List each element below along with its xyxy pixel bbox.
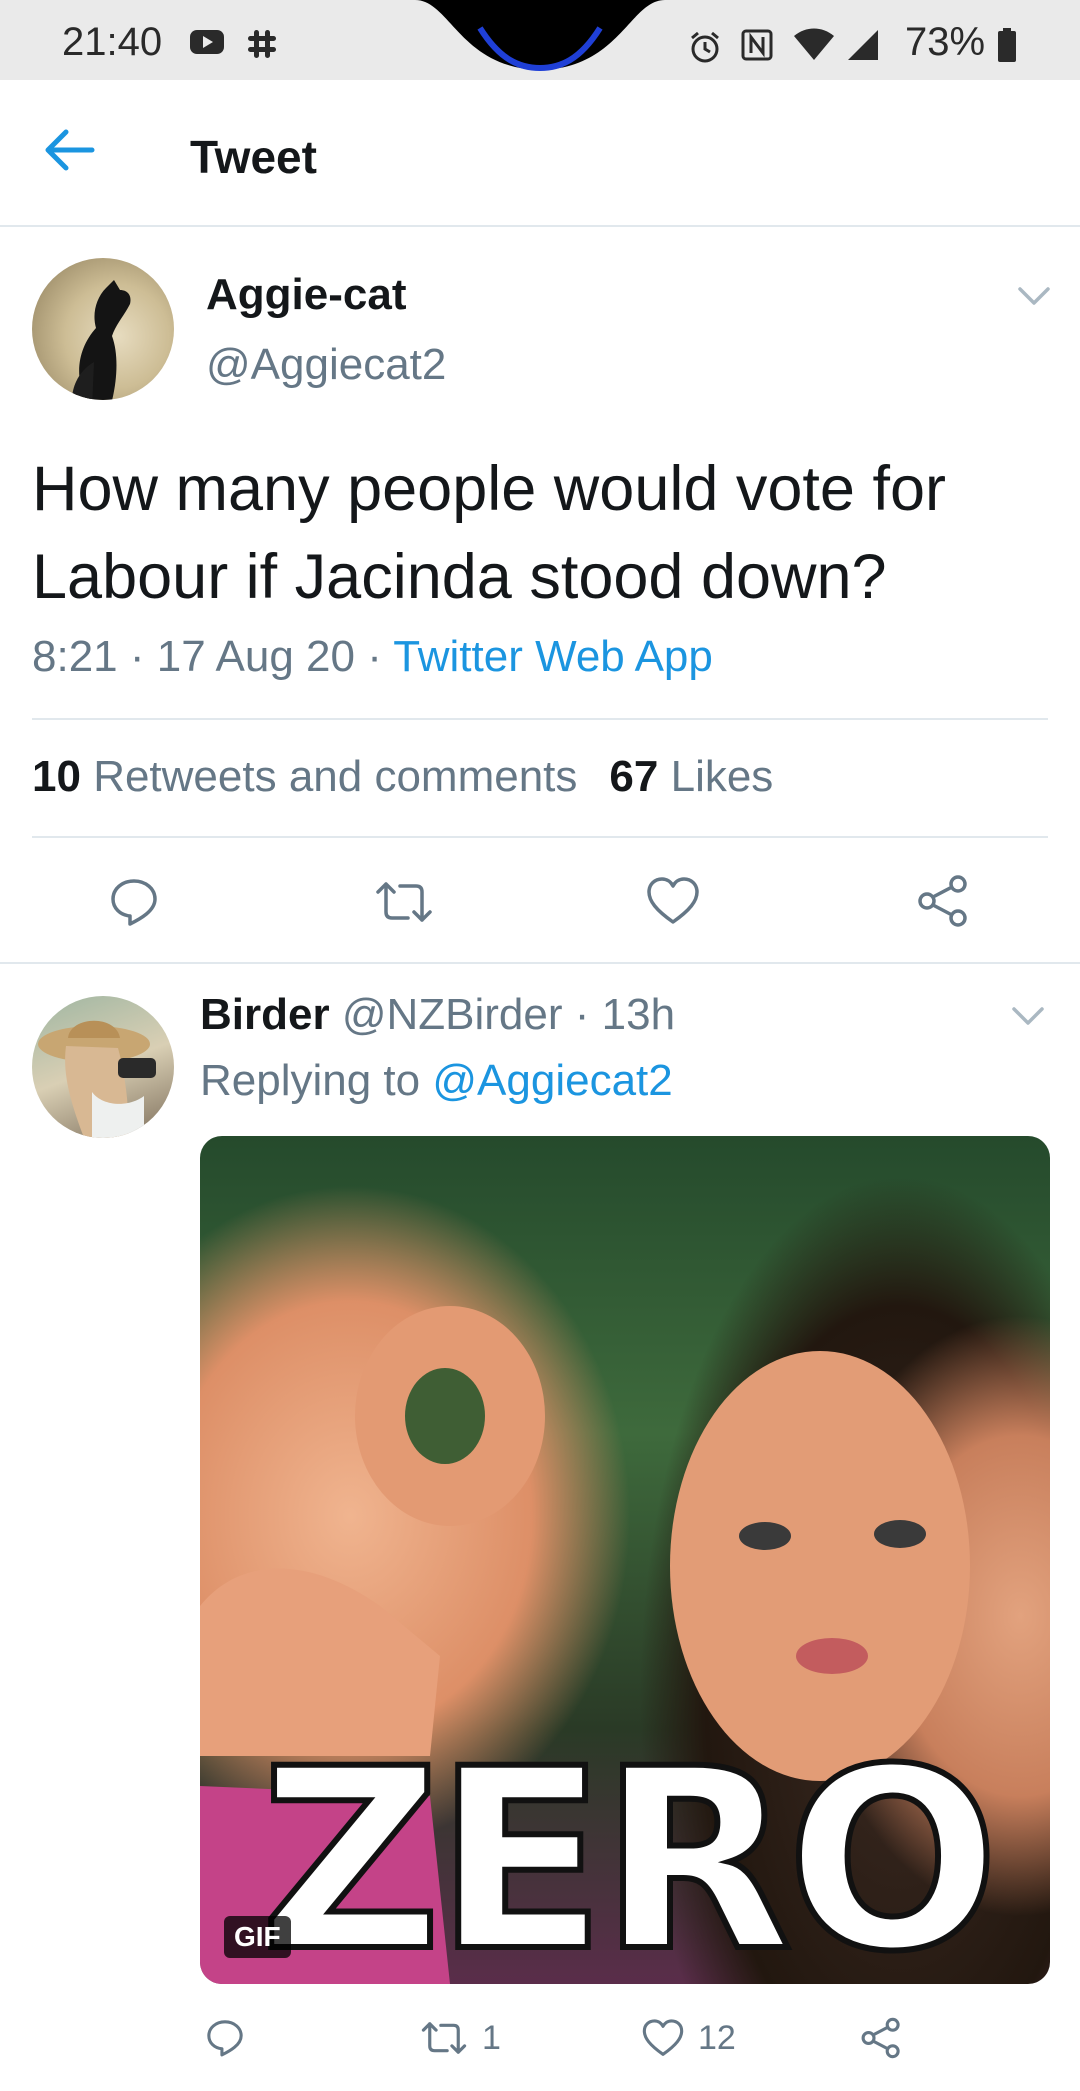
youtube-icon bbox=[190, 30, 224, 59]
tweet-text: How many people would vote for Labour if… bbox=[32, 454, 946, 612]
chevron-down-icon[interactable] bbox=[1010, 1004, 1046, 1028]
divider bbox=[32, 718, 1048, 720]
cat-avatar-image bbox=[71, 280, 131, 400]
share-icon bbox=[861, 2017, 900, 2059]
tweet-time: 8:21 bbox=[32, 632, 118, 681]
camera-notch bbox=[415, 0, 665, 72]
heart-icon bbox=[647, 877, 699, 924]
birder-avatar-image bbox=[38, 1020, 156, 1138]
page-title: Tweet bbox=[190, 131, 317, 183]
battery-icon bbox=[998, 28, 1016, 67]
reply-like-count: 12 bbox=[698, 2018, 736, 2057]
back-button[interactable] bbox=[44, 128, 104, 188]
replying-to-mention[interactable]: @Aggiecat2 bbox=[432, 1056, 672, 1105]
retweets-stat[interactable]: 10 Retweets and comments bbox=[32, 752, 577, 801]
tweet-timestamp: 8:21 · 17 Aug 20 · Twitter Web App bbox=[32, 632, 713, 682]
meta-separator: · bbox=[562, 990, 602, 1039]
like-button[interactable] bbox=[646, 876, 700, 931]
alarm-icon bbox=[688, 30, 722, 69]
comment-icon bbox=[207, 2020, 243, 2057]
share-icon bbox=[918, 875, 967, 927]
comment-icon bbox=[111, 879, 157, 926]
divider bbox=[0, 962, 1080, 964]
reply-author-name[interactable]: Birder bbox=[200, 990, 330, 1039]
nfc-icon bbox=[740, 28, 774, 67]
reply-retweet-button[interactable]: 1 bbox=[420, 2016, 501, 2060]
reply-share-button[interactable] bbox=[860, 2016, 916, 2060]
likes-stat[interactable]: 67 Likes bbox=[609, 752, 773, 801]
reply-age: 13h bbox=[601, 990, 676, 1039]
gif-badge: GIF bbox=[224, 1916, 291, 1958]
replying-to-label: Replying to bbox=[200, 1056, 421, 1105]
replying-to: Replying to @Aggiecat2 bbox=[200, 1056, 673, 1106]
status-time: 21:40 bbox=[62, 20, 163, 64]
reply-header: Birder @NZBirder · 13h bbox=[200, 990, 675, 1040]
retweets-count: 10 bbox=[32, 752, 81, 801]
heart-icon bbox=[642, 2019, 684, 2056]
status-bar: 21:40 73% bbox=[0, 0, 1080, 80]
meta-separator: · bbox=[367, 632, 394, 681]
retweet-button[interactable] bbox=[374, 878, 434, 931]
tweet-date: 17 Aug 20 bbox=[156, 632, 355, 681]
battery-percent: 73% bbox=[905, 20, 986, 64]
reply-retweet-count: 1 bbox=[482, 2018, 501, 2057]
reply-author-handle[interactable]: @NZBirder bbox=[342, 990, 563, 1039]
reply-comment-button[interactable] bbox=[205, 2016, 259, 2060]
retweets-label: Retweets and comments bbox=[93, 752, 578, 801]
tweet-stats: 10 Retweets and comments 67 Likes bbox=[32, 752, 773, 802]
arrow-left-icon bbox=[45, 129, 95, 171]
signal-icon bbox=[846, 28, 880, 67]
wifi-icon bbox=[792, 28, 836, 67]
reply-gif[interactable]: ZERO GIF bbox=[200, 1136, 1050, 1984]
share-button[interactable] bbox=[916, 874, 970, 933]
chevron-down-icon[interactable] bbox=[1016, 284, 1052, 308]
likes-label: Likes bbox=[670, 752, 774, 801]
reply-button[interactable] bbox=[108, 876, 160, 933]
reply-avatar[interactable] bbox=[32, 996, 174, 1138]
divider bbox=[32, 836, 1048, 838]
meta-separator: · bbox=[129, 632, 157, 681]
retweet-icon bbox=[376, 882, 432, 922]
top-app-bar: Tweet bbox=[0, 80, 1080, 227]
reply-like-button[interactable]: 12 bbox=[642, 2016, 736, 2060]
retweet-icon bbox=[421, 2022, 467, 2054]
slack-icon bbox=[246, 28, 278, 65]
avatar[interactable] bbox=[32, 258, 174, 400]
gif-caption-text: ZERO bbox=[257, 1715, 1002, 1985]
tweet-author-handle[interactable]: @Aggiecat2 bbox=[206, 340, 446, 390]
tweet-author-name[interactable]: Aggie-cat bbox=[206, 270, 406, 320]
likes-count: 67 bbox=[609, 752, 659, 801]
tweet-source-link[interactable]: Twitter Web App bbox=[393, 632, 713, 681]
